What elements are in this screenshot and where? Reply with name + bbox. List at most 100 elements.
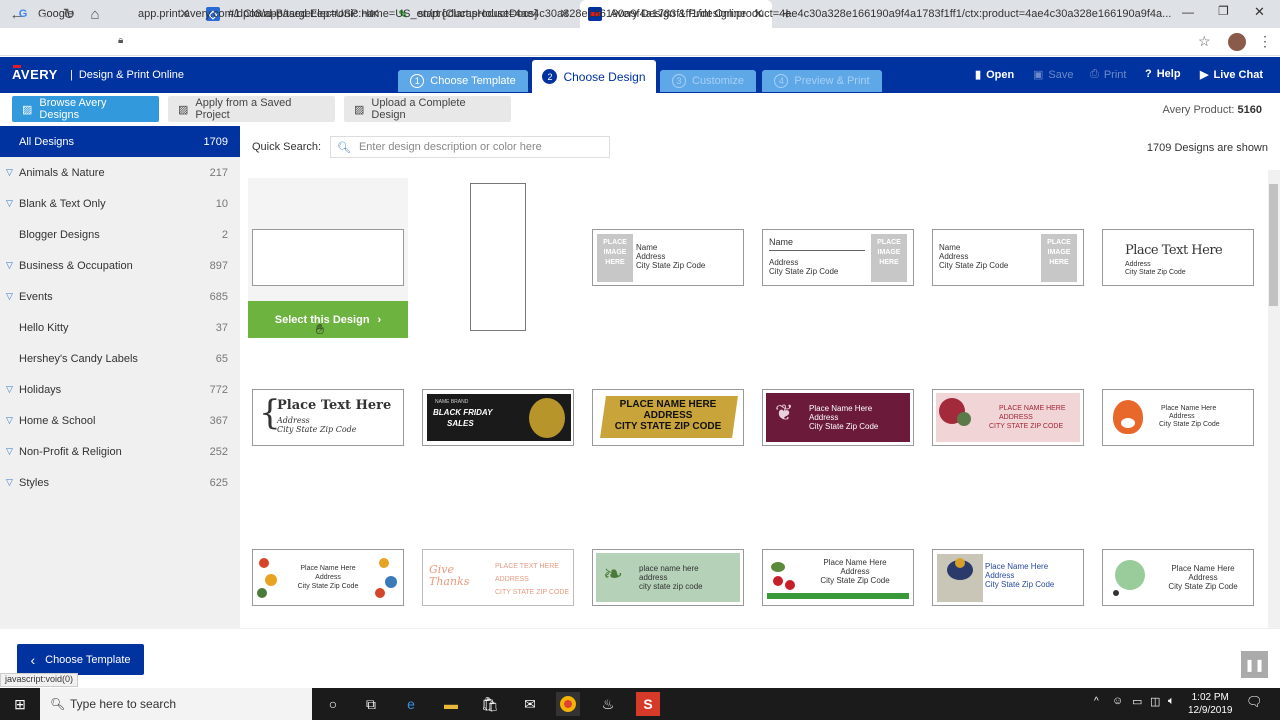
design-script-text[interactable]: Place Text Here Address City State Zip C… bbox=[1102, 229, 1254, 286]
help-icon: ? bbox=[1145, 68, 1152, 80]
product-name: | Design & Print Online bbox=[70, 69, 185, 81]
open-link[interactable]: ▮ Open bbox=[975, 68, 1014, 82]
mail-icon[interactable]: ✉ bbox=[518, 692, 542, 716]
restore-icon[interactable]: ❐ bbox=[1218, 4, 1229, 18]
tab-preview-print[interactable]: 4 Preview & Print bbox=[762, 70, 882, 92]
image-icon: ▨ bbox=[22, 103, 33, 116]
design-sage-branch[interactable]: ❧ place name here address city state zip… bbox=[592, 549, 744, 606]
chevron-down-icon: ▽ bbox=[6, 167, 13, 177]
chrome-icon[interactable] bbox=[556, 692, 580, 716]
avery-logo[interactable]: AVERY bbox=[12, 67, 58, 82]
design-black-friday[interactable]: NAME BRAND BLACK FRIDAY SALES bbox=[422, 389, 574, 446]
battery-icon[interactable]: ▭ bbox=[1132, 695, 1142, 708]
tray-chevron-icon[interactable]: ^ bbox=[1094, 696, 1099, 707]
chat-icon: ▶ bbox=[1200, 69, 1209, 81]
live-chat-link[interactable]: ▶ Live Chat bbox=[1200, 68, 1263, 82]
design-floral-pink[interactable]: PLACE NAME HERE ADDRESS CITY STATE ZIP C… bbox=[932, 389, 1084, 446]
file-explorer-icon[interactable]: ▬ bbox=[439, 692, 463, 716]
tab-choose-design[interactable]: 2 Choose Design bbox=[532, 60, 656, 93]
chevron-down-icon: ▽ bbox=[6, 260, 13, 270]
pause-icon[interactable]: ❚❚ bbox=[1241, 651, 1268, 678]
design-give-thanks[interactable]: Give Thanks PLACE TEXT HERE ADDRESS CITY… bbox=[422, 549, 574, 606]
category-hello-kitty[interactable]: Hello Kitty 37 bbox=[0, 312, 240, 343]
chevron-down-icon: ▽ bbox=[6, 415, 13, 425]
help-link[interactable]: ? Help bbox=[1145, 68, 1181, 80]
design-image-right[interactable]: Name Address City State Zip Code PLACE I… bbox=[932, 229, 1084, 286]
taskbar-search-input[interactable]: 🔍︎ Type here to search bbox=[40, 688, 312, 720]
leaf-icon: ❧ bbox=[603, 561, 624, 588]
category-styles[interactable]: ▽ Styles 625 bbox=[0, 467, 240, 498]
scrollbar-thumb[interactable] bbox=[1269, 184, 1278, 306]
category-blogger[interactable]: Blogger Designs 2 bbox=[0, 219, 240, 250]
image-icon: ▨ bbox=[178, 103, 189, 116]
cortana-icon[interactable]: ○ bbox=[321, 692, 345, 716]
design-vertical-blank[interactable] bbox=[470, 183, 526, 331]
search-icon: 🔍︎ bbox=[50, 697, 66, 711]
tab-choose-template[interactable]: 1 Choose Template bbox=[398, 70, 528, 92]
star-icon[interactable]: ☆ bbox=[1198, 33, 1211, 50]
avery-product-number: Avery Product: 5160 bbox=[1162, 104, 1263, 116]
design-image-right-line[interactable]: Name Address City State Zip Code PLACE I… bbox=[762, 229, 914, 286]
category-events[interactable]: ▽ Events 685 bbox=[0, 281, 240, 312]
edge-icon[interactable]: e bbox=[399, 692, 423, 716]
url-field[interactable]: app.print.avery.com/dpo8/app/target:ep=U… bbox=[138, 3, 1214, 25]
people-icon[interactable]: ☺ bbox=[1112, 695, 1123, 707]
task-view-icon[interactable]: ⧉ bbox=[359, 692, 383, 716]
lock-icon: 🔒︎ bbox=[118, 35, 124, 46]
design-image-left[interactable]: PLACE IMAGE HERE Name Address City State… bbox=[592, 229, 744, 286]
chevron-down-icon: ▽ bbox=[6, 446, 13, 456]
design-grid: Select this Design › ✋︎ PLACE IMAGE HERE … bbox=[240, 170, 1266, 628]
chevron-left-icon: ‹ bbox=[30, 651, 36, 668]
select-design-button[interactable]: Select this Design › bbox=[248, 301, 408, 338]
category-business[interactable]: ▽ Business & Occupation 897 bbox=[0, 250, 240, 281]
design-blank[interactable] bbox=[252, 229, 404, 286]
upload-design-button[interactable]: ▨ Upload a Complete Design bbox=[344, 96, 511, 122]
chevron-right-icon: › bbox=[377, 313, 382, 326]
logo-accent bbox=[13, 65, 21, 68]
print-link[interactable]: ⎙ Print bbox=[1090, 68, 1126, 81]
chevron-down-icon: ▽ bbox=[6, 291, 13, 301]
quick-search-input[interactable]: 🔍︎ Enter design description or color here bbox=[330, 136, 610, 158]
store-icon[interactable]: 🛍︎ bbox=[478, 692, 502, 716]
reload-icon[interactable]: ↻ bbox=[58, 3, 80, 25]
design-bracket-text[interactable]: { Place Text Here Address City State Zip… bbox=[252, 389, 404, 446]
design-fox[interactable]: Place Name Here Address City State Zip C… bbox=[1102, 389, 1254, 446]
tab-customize[interactable]: 3 Customize bbox=[660, 70, 756, 92]
design-green-sphere[interactable]: Place Name Here Address City State Zip C… bbox=[1102, 549, 1254, 606]
address-bar bbox=[0, 28, 1280, 56]
category-nonprofit[interactable]: ▽ Non-Profit & Religion 252 bbox=[0, 436, 240, 467]
app-flame-icon[interactable]: ♨ bbox=[596, 692, 620, 716]
volume-icon[interactable]: 🔈︎ bbox=[1168, 695, 1175, 708]
category-hersheys[interactable]: Hershey's Candy Labels 65 bbox=[0, 343, 240, 374]
category-blank-text[interactable]: ▽ Blank & Text Only 10 bbox=[0, 188, 240, 219]
home-icon[interactable]: ⌂ bbox=[84, 3, 106, 25]
leaf-icon: ❦ bbox=[775, 400, 794, 425]
save-link[interactable]: ▣ Save bbox=[1033, 68, 1073, 82]
category-holidays[interactable]: ▽ Holidays 772 bbox=[0, 374, 240, 405]
close-window-icon[interactable]: ✕ bbox=[1254, 4, 1265, 20]
design-cherries[interactable]: Place Name Here Address City State Zip C… bbox=[762, 549, 914, 606]
design-gold-brush[interactable]: PLACE NAME HERE ADDRESS CITY STATE ZIP C… bbox=[592, 389, 744, 446]
apply-saved-project-button[interactable]: ▨ Apply from a Saved Project bbox=[168, 96, 335, 122]
design-autumn-leaves[interactable]: Place Name Here Address City State Zip C… bbox=[252, 549, 404, 606]
network-icon[interactable]: ◫ bbox=[1150, 695, 1160, 708]
category-animals-nature[interactable]: ▽ Animals & Nature 217 bbox=[0, 157, 240, 188]
snagit-icon[interactable]: S bbox=[636, 692, 660, 716]
category-home-school[interactable]: ▽ Home & School 367 bbox=[0, 405, 240, 436]
browse-designs-button[interactable]: ▨ Browse Avery Designs bbox=[12, 96, 159, 122]
design-bird[interactable]: Place Name Here Address City State Zip C… bbox=[932, 549, 1084, 606]
quick-search-label: Quick Search: bbox=[252, 141, 322, 153]
windows-start-icon[interactable]: ⊞ bbox=[8, 692, 32, 716]
profile-avatar[interactable] bbox=[1228, 33, 1246, 51]
choose-template-back-button[interactable]: ‹ Choose Template bbox=[17, 644, 144, 675]
notification-icon[interactable]: 🗨︎ bbox=[1246, 694, 1263, 710]
back-icon[interactable]: ← bbox=[6, 3, 28, 25]
bottom-bar bbox=[0, 628, 1280, 688]
print-icon: ⎙ bbox=[1090, 68, 1099, 80]
menu-icon[interactable]: ⋮ bbox=[1258, 33, 1272, 50]
cursor-icon: ✋︎ bbox=[316, 321, 324, 337]
design-burgundy-leaf[interactable]: ❦ Place Name Here Address City State Zip… bbox=[762, 389, 914, 446]
forward-icon[interactable]: → bbox=[32, 3, 54, 25]
taskbar-clock[interactable]: 1:02 PM 12/9/2019 bbox=[1188, 691, 1233, 717]
category-all-designs[interactable]: All Designs 1709 bbox=[0, 126, 240, 157]
